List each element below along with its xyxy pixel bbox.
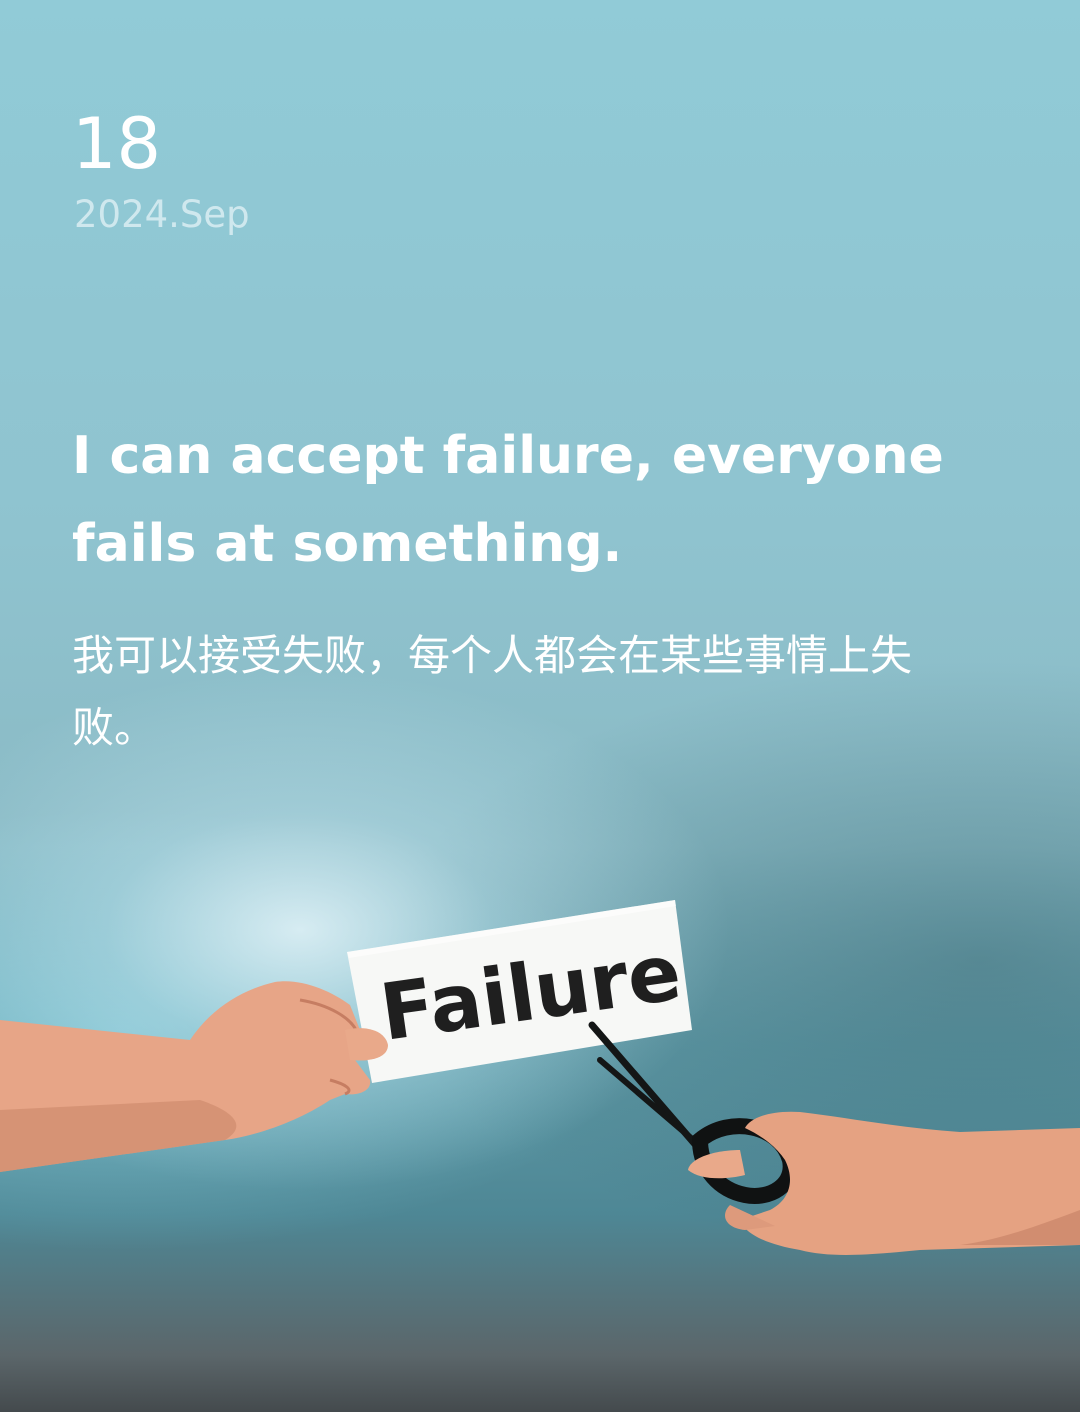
date-day: 18 [72, 103, 162, 185]
left-hand [0, 981, 388, 1172]
quote-english: I can accept failure, everyone fails at … [72, 426, 944, 574]
photo-hands-cutting-failure-card: Failure [0, 900, 1080, 1255]
quote-chinese: 我可以接受失败，每个人都会在某些事情上失败。 [72, 631, 913, 752]
date-month-year: 2024.Sep [74, 193, 250, 236]
failure-card: Failure [347, 900, 692, 1083]
